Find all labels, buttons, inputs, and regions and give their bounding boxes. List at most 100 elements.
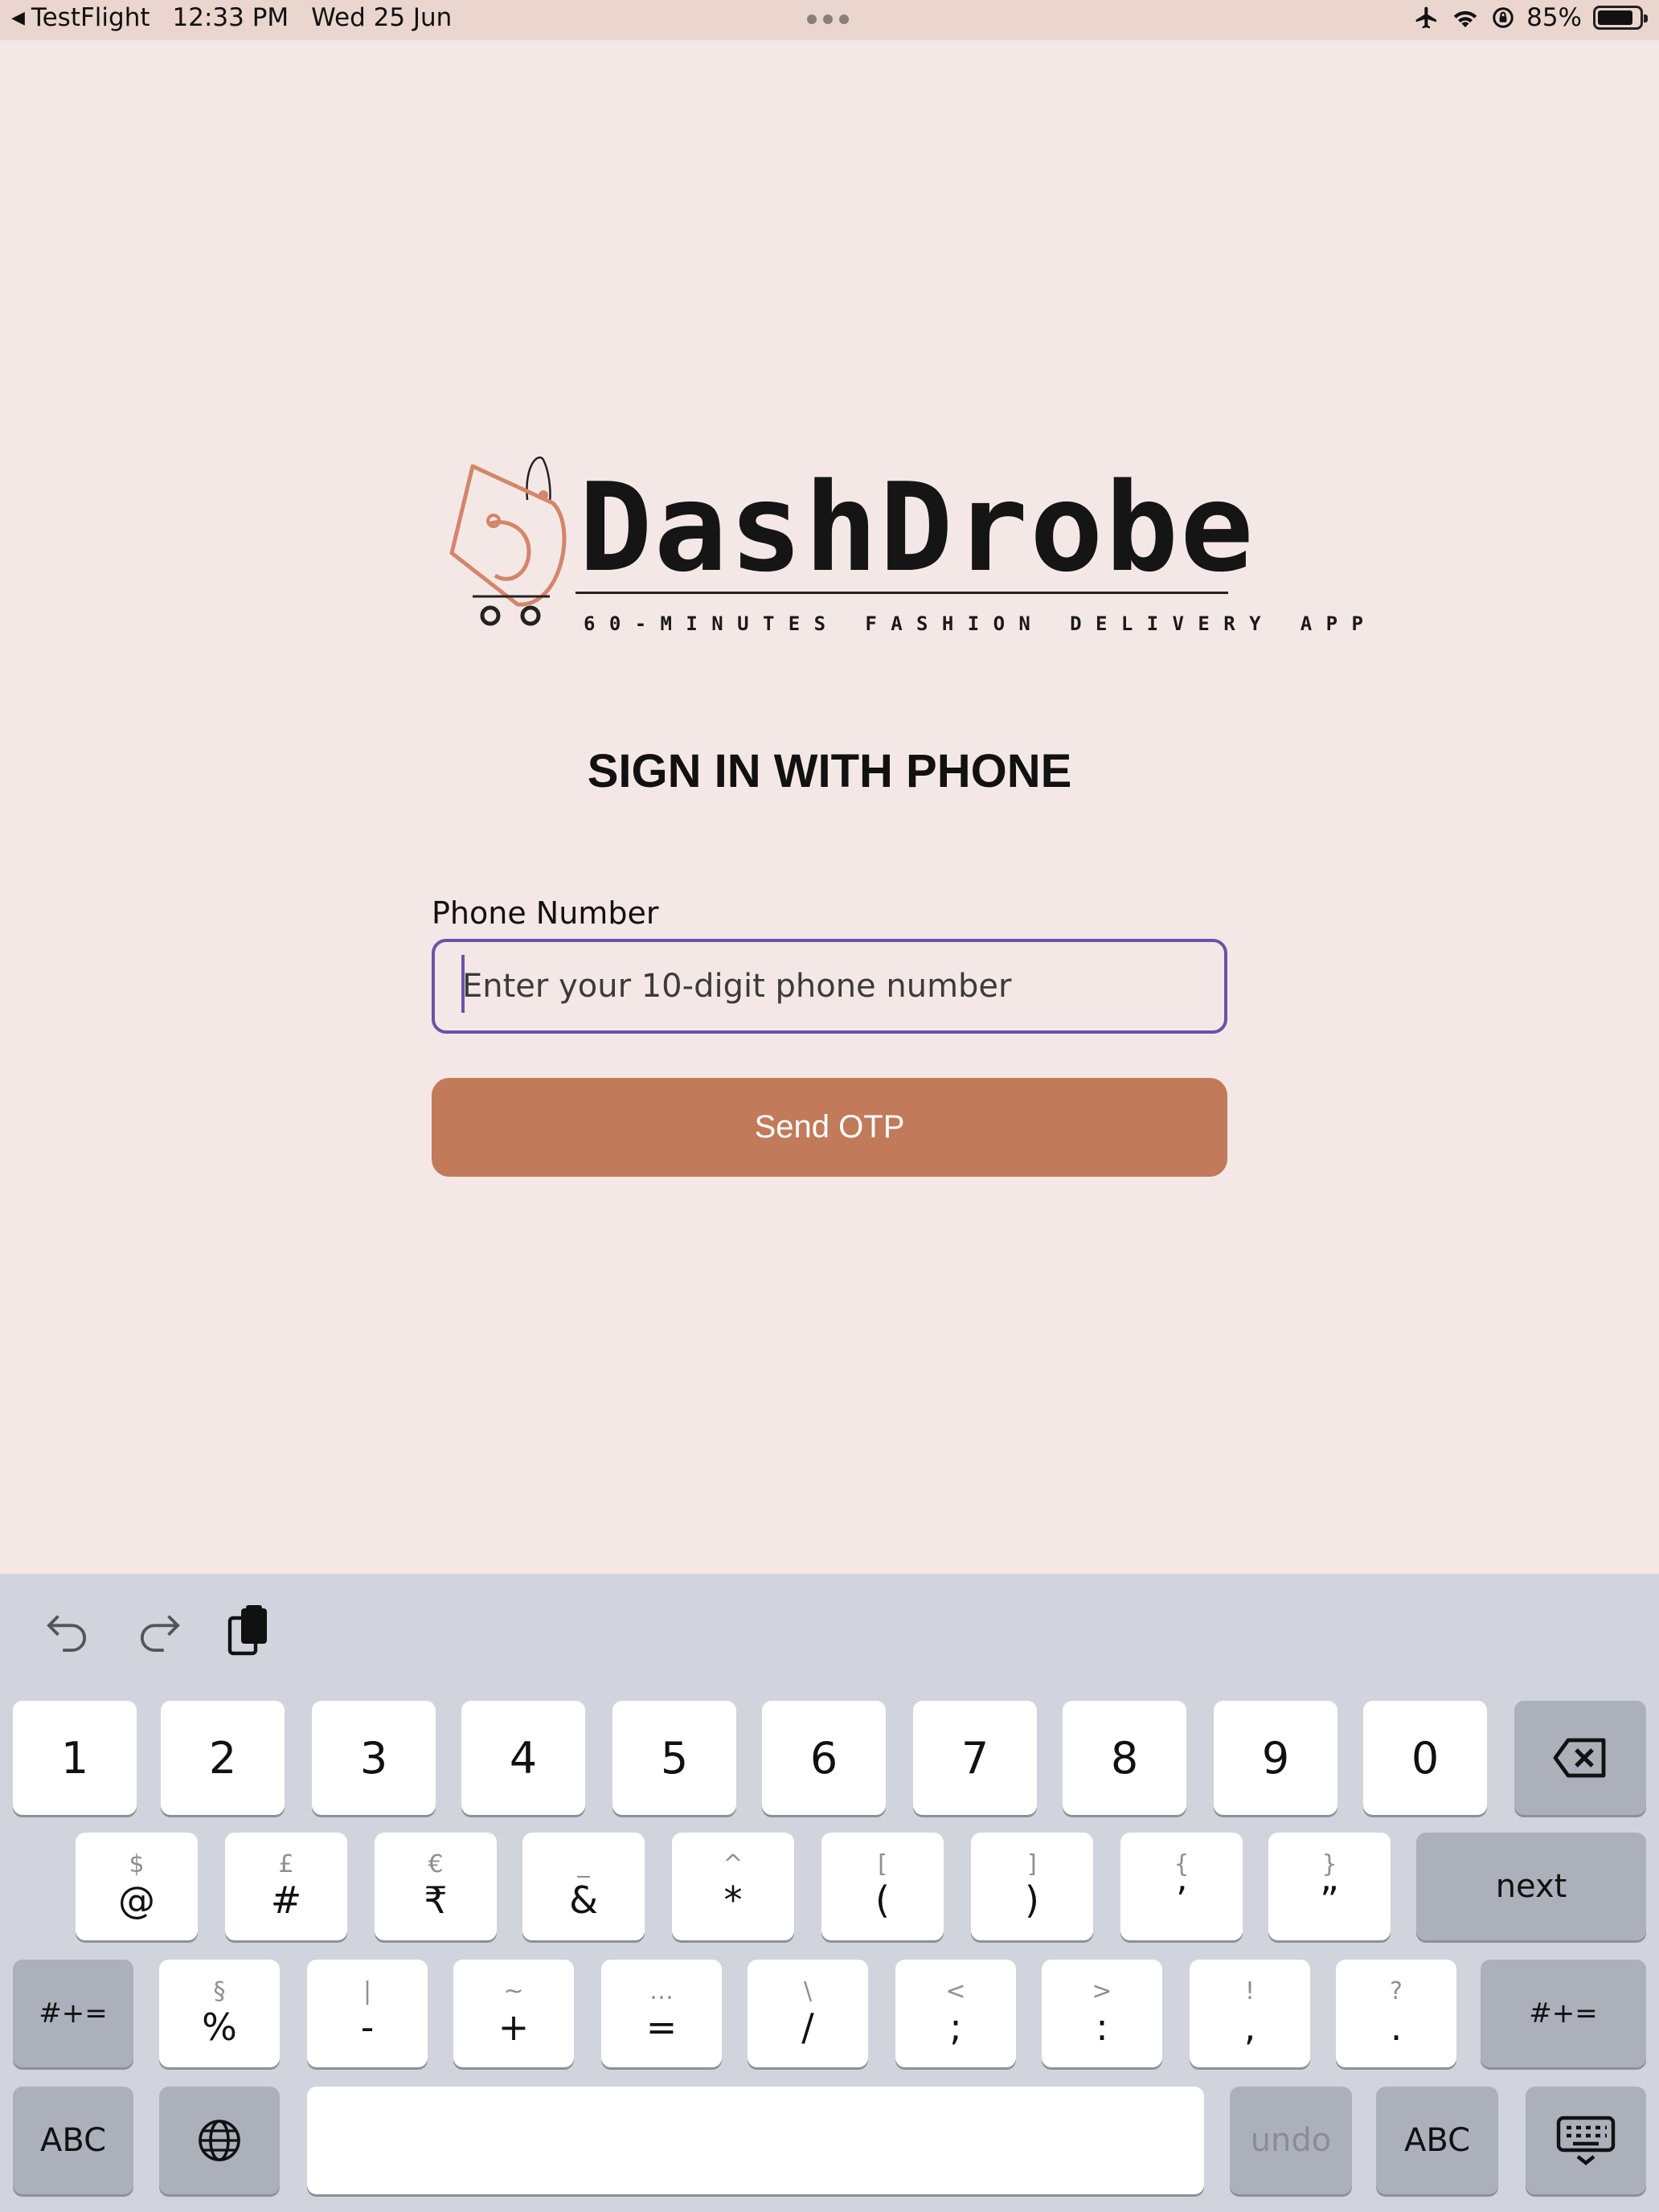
phone-number-label: Phone Number <box>432 895 659 931</box>
alt-symbol: … <box>649 1977 674 2005</box>
alt-symbol: £ <box>278 1850 294 1878</box>
symbols-left-key[interactable]: #+= <box>13 1960 133 2067</box>
status-date: Wed 25 Jun <box>311 3 453 32</box>
main-symbol: ₹ <box>424 1878 448 1922</box>
alt-symbol: | <box>363 1977 372 2005</box>
main-symbol: ; <box>949 2005 962 2049</box>
key-5[interactable]: 5 <box>612 1701 736 1815</box>
main-symbol: ( <box>875 1878 890 1922</box>
main-symbol: & <box>569 1878 598 1922</box>
globe-key[interactable] <box>159 2087 280 2194</box>
symbol-key[interactable]: $ @ <box>76 1833 198 1940</box>
symbol-key[interactable]: _ & <box>522 1833 645 1940</box>
dismiss-keyboard-key[interactable] <box>1526 2087 1646 2194</box>
symbol-key[interactable]: ]) <box>971 1833 1093 1940</box>
wifi-icon <box>1453 10 1477 27</box>
symbol-key[interactable]: {’ <box>1120 1833 1243 1940</box>
multitasking-dots-icon[interactable] <box>807 14 849 24</box>
main-symbol: , <box>1243 2005 1256 2049</box>
send-otp-button[interactable]: Send OTP <box>432 1078 1227 1177</box>
delete-key[interactable] <box>1514 1701 1646 1815</box>
battery-percent: 85% <box>1526 3 1582 32</box>
alt-symbol: ] <box>1027 1850 1037 1878</box>
globe-icon <box>199 2120 240 2161</box>
alt-symbol: € <box>428 1850 444 1878</box>
alt-symbol: ^ <box>723 1850 743 1878</box>
symbol-key[interactable]: §% <box>159 1960 280 2067</box>
main-symbol: * <box>723 1878 743 1922</box>
symbol-key[interactable]: … = <box>601 1960 722 2067</box>
next-key[interactable]: next <box>1416 1833 1646 1940</box>
abc-left-key[interactable]: ABC <box>13 2087 133 2194</box>
symbol-key[interactable]: ?. <box>1336 1960 1456 2067</box>
phone-number-input[interactable] <box>432 939 1227 1034</box>
undo-key[interactable]: undo <box>1230 2087 1352 2194</box>
alt-symbol: [ <box>878 1850 887 1878</box>
symbol-key[interactable]: £ # <box>225 1833 347 1940</box>
alt-symbol: $ <box>129 1850 145 1878</box>
dashdrobe-logo-icon <box>449 456 567 626</box>
key-3[interactable]: 3 <box>312 1701 436 1815</box>
symbol-key[interactable]: \ / <box>748 1960 868 2067</box>
symbol-key[interactable]: | - <box>307 1960 428 2067</box>
airplane-icon <box>1415 6 1437 29</box>
main-symbol: / <box>801 2005 814 2049</box>
main-symbol: = <box>645 2005 678 2049</box>
main-symbol: % <box>202 2005 237 2049</box>
paste-icon[interactable] <box>222 1603 275 1659</box>
main-symbol: ) <box>1025 1878 1039 1922</box>
main-symbol: @ <box>118 1878 155 1922</box>
status-time: 12:33 PM <box>172 3 289 32</box>
main-symbol: ’ <box>1175 1878 1188 1922</box>
keyboard-hide-icon <box>1556 2116 1616 2165</box>
alt-symbol: { <box>1174 1850 1190 1878</box>
symbols-right-key[interactable]: #+= <box>1481 1960 1646 2067</box>
key-4[interactable]: 4 <box>461 1701 585 1815</box>
main-symbol: ” <box>1320 1878 1339 1922</box>
symbol-key[interactable]: ^ * <box>672 1833 794 1940</box>
alt-symbol: _ <box>577 1850 590 1878</box>
brand-name: DashDrobe <box>579 457 1256 599</box>
brand-tagline: 60-MINUTES FASHION DELIVERY APP <box>584 612 1378 635</box>
main-symbol: + <box>498 2005 530 2049</box>
space-key[interactable] <box>307 2087 1204 2194</box>
symbol-key[interactable]: <; <box>895 1960 1016 2067</box>
alt-symbol: \ <box>803 1977 813 2005</box>
symbol-key[interactable]: [( <box>821 1833 944 1940</box>
back-to-app-link[interactable]: ◀ TestFlight <box>11 3 150 32</box>
abc-right-key[interactable]: ABC <box>1376 2087 1498 2194</box>
symbol-key[interactable]: }” <box>1268 1833 1391 1940</box>
alt-symbol: < <box>945 1977 966 2005</box>
main-symbol: . <box>1390 2005 1403 2049</box>
symbol-key[interactable]: ~ + <box>453 1960 574 2067</box>
brand-divider <box>576 592 1228 594</box>
key-7[interactable]: 7 <box>913 1701 1037 1815</box>
symbol-key[interactable]: !, <box>1190 1960 1310 2067</box>
key-2[interactable]: 2 <box>161 1701 285 1815</box>
text-caret <box>461 955 465 1013</box>
battery-icon <box>1593 6 1648 30</box>
page-title: SIGN IN WITH PHONE <box>587 745 1072 797</box>
status-bar: ◀ TestFlight 12:33 PM Wed 25 Jun 85% <box>0 0 1659 40</box>
alt-symbol: ! <box>1244 1977 1256 2005</box>
alt-symbol: § <box>213 1977 226 2005</box>
alt-symbol: } <box>1321 1850 1337 1878</box>
key-1[interactable]: 1 <box>13 1701 137 1815</box>
symbol-key[interactable]: € ₹ <box>375 1833 497 1940</box>
orientation-lock-icon <box>1493 7 1514 28</box>
main-symbol: : <box>1096 2005 1108 2049</box>
key-6[interactable]: 6 <box>762 1701 886 1815</box>
main-symbol: # <box>270 1878 302 1922</box>
key-9[interactable]: 9 <box>1214 1701 1337 1815</box>
back-app-name: TestFlight <box>31 3 150 32</box>
key-8[interactable]: 8 <box>1063 1701 1186 1815</box>
symbol-key[interactable]: >: <box>1042 1960 1162 2067</box>
back-arrow-icon: ◀ <box>11 7 25 28</box>
key-0[interactable]: 0 <box>1363 1701 1487 1815</box>
alt-symbol: > <box>1092 1977 1112 2005</box>
redo-icon[interactable] <box>133 1606 185 1657</box>
undo-icon[interactable] <box>42 1606 93 1657</box>
main-symbol: - <box>360 2005 375 2049</box>
backspace-icon <box>1553 1738 1606 1778</box>
alt-symbol: ~ <box>503 1977 524 2005</box>
